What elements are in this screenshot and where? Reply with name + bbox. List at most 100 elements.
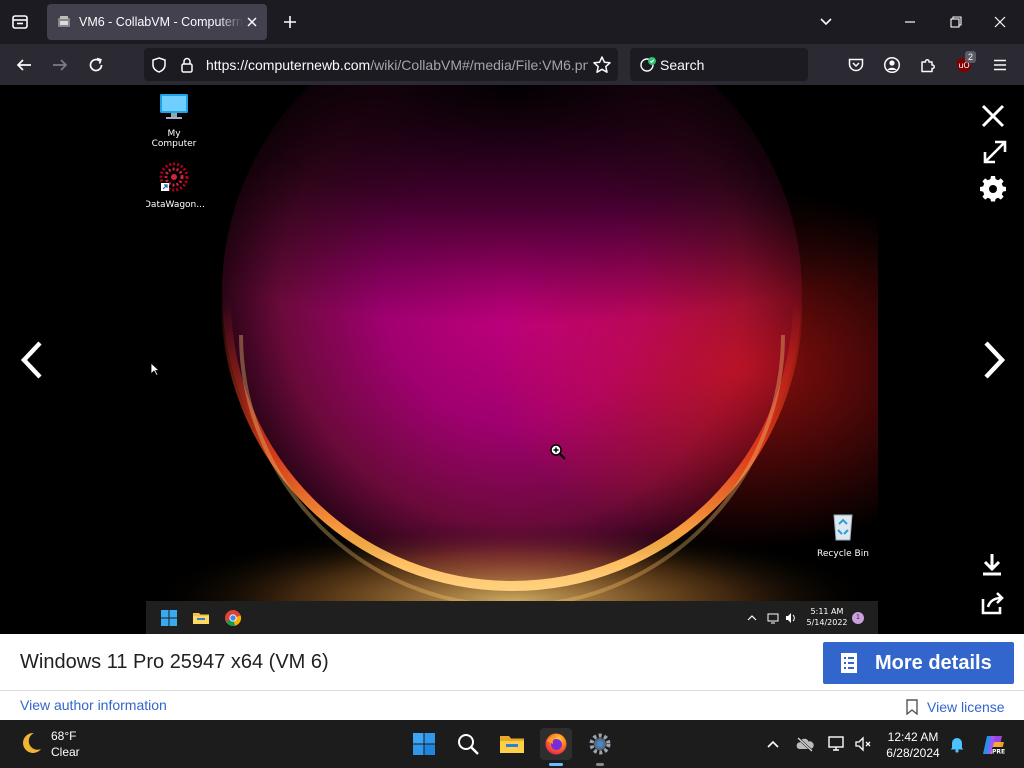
desktop-icon-label: DataWagon... bbox=[146, 200, 205, 210]
firefox-view-button[interactable] bbox=[6, 8, 34, 36]
desktop-icon-label: Recycle Bin bbox=[817, 549, 869, 559]
url-host: https://computernewb.com bbox=[206, 57, 371, 73]
firefox-icon bbox=[545, 733, 567, 755]
close-tab-icon[interactable] bbox=[245, 15, 259, 29]
browser-tab-active[interactable]: VM6 - CollabVM - Computernewb Wiki bbox=[47, 4, 267, 40]
minimize-icon bbox=[905, 21, 915, 23]
bookmark-star-icon[interactable] bbox=[592, 55, 612, 75]
clock-time: 12:42 AM bbox=[887, 730, 939, 744]
zoom-in-cursor-icon bbox=[550, 444, 566, 460]
running-indicator bbox=[549, 763, 563, 766]
system-clock[interactable]: 12:42 AM 6/28/2024 bbox=[878, 729, 948, 761]
tab-title: VM6 - CollabVM - Computernewb Wiki bbox=[79, 15, 243, 29]
download-icon[interactable] bbox=[980, 552, 1004, 578]
vm-clock-time: 5:11 AM bbox=[810, 607, 844, 616]
taskbar-search-button[interactable] bbox=[452, 728, 484, 760]
next-image-chevron-right-icon[interactable] bbox=[978, 340, 1010, 380]
datawagon-logo-icon bbox=[159, 162, 189, 192]
account-icon bbox=[883, 56, 901, 74]
restore-icon bbox=[950, 16, 962, 28]
arrow-left-icon bbox=[16, 59, 31, 71]
view-license-link[interactable]: View license bbox=[927, 699, 1005, 715]
account-button[interactable] bbox=[878, 51, 906, 79]
settings-gear-icon bbox=[589, 733, 611, 755]
screen: VM6 - CollabVM - Computernewb Wiki bbox=[0, 0, 1024, 768]
new-tab-button[interactable] bbox=[278, 10, 302, 34]
close-window-button[interactable] bbox=[986, 8, 1014, 36]
chrome-icon bbox=[225, 610, 242, 626]
search-placeholder: Search bbox=[660, 57, 705, 73]
file-explorer-icon bbox=[193, 613, 209, 624]
pocket-button[interactable] bbox=[842, 51, 870, 79]
weather-temperature[interactable]: 68°F bbox=[51, 729, 76, 743]
document-details-icon bbox=[841, 653, 857, 673]
notification-bell-icon[interactable] bbox=[947, 734, 967, 754]
browser-toolbar: https://computernewb.com/wiki/CollabVM#/… bbox=[0, 44, 1024, 85]
previous-image-chevron-left-icon[interactable] bbox=[16, 340, 48, 380]
monitor-icon bbox=[160, 94, 188, 119]
vm-screenshot-image[interactable]: My Computer DataWagon... Recycle Bin 5:1… bbox=[146, 85, 878, 634]
running-indicator bbox=[596, 763, 604, 766]
gear-icon[interactable] bbox=[980, 176, 1006, 202]
divider bbox=[0, 690, 1024, 691]
more-details-label: More details bbox=[875, 651, 992, 674]
back-button[interactable] bbox=[10, 51, 38, 79]
file-title: Windows 11 Pro 25947 x64 (VM 6) bbox=[20, 651, 329, 673]
extensions-button[interactable] bbox=[914, 51, 942, 79]
bloom-wallpaper bbox=[146, 85, 878, 601]
ublock-origin-button[interactable]: uO 2 bbox=[950, 51, 978, 79]
file-info-panel: Windows 11 Pro 25947 x64 (VM 6) More det… bbox=[0, 634, 1024, 720]
start-button[interactable] bbox=[408, 728, 440, 760]
wiki-favicon-icon bbox=[58, 16, 70, 27]
vm-clock-date: 5/14/2022 bbox=[806, 618, 848, 627]
shield-icon[interactable] bbox=[150, 56, 168, 74]
app-menu-button[interactable] bbox=[986, 51, 1014, 79]
svg-text:PRE: PRE bbox=[992, 749, 1005, 756]
reload-button[interactable] bbox=[82, 51, 110, 79]
url-text[interactable]: https://computernewb.com/wiki/CollabVM#/… bbox=[206, 57, 588, 73]
desktop-icon-label: My Computer bbox=[151, 129, 197, 149]
vm-notification-badge: 1 bbox=[852, 612, 864, 624]
share-icon[interactable] bbox=[980, 590, 1006, 616]
reload-icon bbox=[89, 57, 103, 72]
list-all-tabs-button[interactable] bbox=[814, 10, 838, 34]
mouse-cursor-icon bbox=[150, 362, 160, 376]
address-bar[interactable]: https://computernewb.com/wiki/CollabVM#/… bbox=[144, 48, 618, 81]
hamburger-menu-icon bbox=[994, 59, 1006, 71]
moon-weather-icon[interactable] bbox=[18, 730, 44, 756]
vm-clock: 5:11 AM 5/14/2022 bbox=[802, 606, 852, 628]
restore-window-button[interactable] bbox=[942, 8, 970, 36]
vm-taskbar: 5:11 AM 5/14/2022 1 bbox=[146, 601, 878, 634]
search-engine-icon[interactable] bbox=[639, 56, 657, 74]
ublock-count-badge: 2 bbox=[964, 51, 976, 63]
view-author-link[interactable]: View author information bbox=[20, 697, 167, 713]
search-box[interactable]: Search bbox=[630, 48, 808, 81]
speaker-muted-icon[interactable] bbox=[853, 734, 873, 754]
desktop-icon-my-computer: My Computer bbox=[146, 92, 204, 149]
search-icon bbox=[458, 734, 479, 755]
forward-button[interactable] bbox=[46, 51, 74, 79]
more-details-button[interactable]: More details bbox=[823, 642, 1014, 684]
onedrive-paused-icon[interactable] bbox=[795, 734, 815, 754]
network-icon[interactable] bbox=[826, 734, 846, 754]
lock-icon[interactable] bbox=[178, 56, 196, 74]
weather-condition[interactable]: Clear bbox=[51, 745, 80, 759]
desktop-icon-recycle-bin: Recycle Bin bbox=[813, 510, 873, 559]
copilot-icon[interactable]: PRE bbox=[980, 732, 1006, 758]
windows-start-icon bbox=[161, 610, 177, 626]
fullscreen-expand-icon[interactable] bbox=[982, 139, 1008, 165]
show-hidden-icons-chevron-up-icon[interactable] bbox=[763, 734, 783, 754]
plus-icon bbox=[284, 16, 296, 28]
url-path: /wiki/CollabVM#/media/File:VM6.png bbox=[370, 57, 588, 73]
minimize-window-button[interactable] bbox=[896, 8, 924, 36]
firefox-taskbar-button[interactable] bbox=[540, 728, 572, 760]
windows-logo-icon bbox=[413, 733, 435, 755]
close-viewer-icon[interactable] bbox=[980, 103, 1006, 129]
file-explorer-button[interactable] bbox=[496, 728, 528, 760]
settings-taskbar-button[interactable] bbox=[584, 728, 616, 760]
recycle-bin-icon bbox=[833, 514, 853, 541]
firefox-view-icon bbox=[12, 15, 28, 29]
windows-taskbar: 68°F Clear 12:42 AM 6/28/2024 PRE bbox=[0, 720, 1024, 768]
chevron-down-icon bbox=[820, 18, 832, 26]
browser-tab-strip: VM6 - CollabVM - Computernewb Wiki bbox=[0, 0, 1024, 44]
